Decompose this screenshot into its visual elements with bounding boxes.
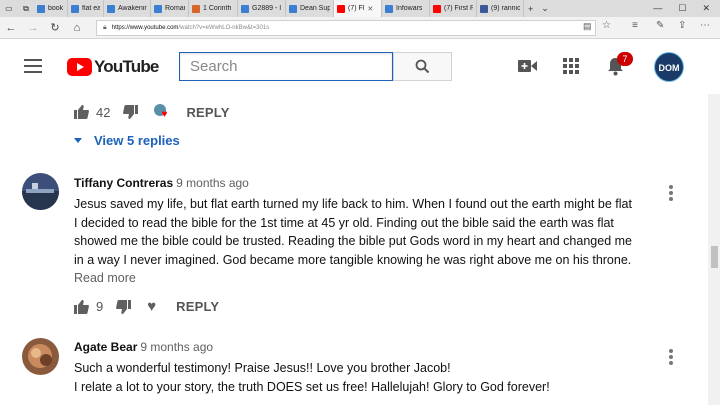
comment-time[interactable]: 9 months ago	[176, 176, 249, 190]
thumbs-down-icon[interactable]	[116, 299, 132, 314]
reply-button[interactable]: REPLY	[176, 299, 219, 314]
more-icon[interactable]: ⋯	[700, 20, 710, 31]
tab-favicon-icon	[337, 4, 345, 13]
back-icon[interactable]: ←	[0, 22, 22, 34]
tab-label: flat earth	[82, 5, 100, 12]
tab-label: Dean Sup	[300, 5, 330, 12]
view-replies-label: View 5 replies	[94, 133, 180, 148]
comment-time[interactable]: 9 months ago	[140, 340, 213, 354]
apps-grid-icon[interactable]	[563, 58, 579, 74]
browser-tab[interactable]: Awakenir	[104, 0, 151, 17]
creator-heart-icon: ♥	[154, 104, 170, 120]
search-icon	[415, 59, 430, 74]
notes-pen-icon[interactable]: ✎	[656, 20, 664, 31]
read-more-link[interactable]: Read more	[74, 271, 136, 285]
tab-label: book of e	[48, 5, 64, 12]
comment-actions: 9 ♥ REPLY	[74, 298, 219, 315]
commenter-avatar[interactable]	[22, 338, 59, 375]
close-tab-icon[interactable]: ✕	[367, 5, 373, 13]
browser-tab[interactable]: (7) First P	[430, 0, 477, 17]
thumbs-up-icon[interactable]	[74, 299, 89, 314]
view-replies-button[interactable]: View 5 replies	[74, 133, 180, 148]
comment-menu-icon[interactable]	[669, 185, 673, 203]
tab-preview-icon[interactable]: ⧉	[23, 4, 29, 14]
search-input[interactable]: Search	[179, 52, 393, 81]
browser-tab[interactable]: 1 Corinth	[189, 0, 238, 17]
new-tab-icon[interactable]: +	[528, 4, 533, 14]
tab-favicon-icon	[289, 4, 297, 13]
hub-icon[interactable]: ≡	[632, 20, 638, 31]
tab-favicon-icon	[71, 4, 79, 13]
window-menu-icon[interactable]: ▭	[5, 4, 13, 13]
tab-favicon-icon	[37, 4, 45, 13]
like-count: 42	[96, 104, 111, 120]
scrollbar-thumb[interactable]	[711, 246, 718, 268]
browser-tab-bar: ▭ ⧉ book of e flat earth Awakenir Romans c 1…	[0, 0, 720, 17]
comment-author[interactable]: Agate Bear 9 months ago	[74, 340, 213, 354]
upload-video-icon[interactable]	[518, 59, 537, 73]
tab-label: G2889 - I	[252, 5, 282, 12]
browser-tab[interactable]: flat earth	[68, 0, 104, 17]
url-path: /watch?v=eWwhLO-nkBw&t=301s	[178, 24, 270, 31]
previous-comment-actions: 42 ♥ REPLY	[74, 104, 230, 120]
browser-tab[interactable]: Romans c	[151, 0, 189, 17]
tab-label: (7) First P	[444, 5, 473, 12]
address-bar-row: ← → ↻ ⌂ 🔒︎ https://www.youtube.com/watch…	[0, 17, 720, 39]
browser-tab[interactable]: Dean Sup	[286, 0, 334, 17]
browser-tab[interactable]: (7) Fl ✕	[334, 0, 382, 17]
refresh-icon[interactable]: ↻	[44, 21, 66, 34]
browser-tab[interactable]: (9) rannic	[477, 0, 524, 17]
tab-label: 1 Corinth	[203, 5, 232, 12]
thumbs-down-icon[interactable]	[123, 105, 139, 119]
browser-tab[interactable]: Infowars	[382, 0, 430, 17]
caret-down-icon	[74, 138, 82, 143]
account-avatar[interactable]: DOM	[654, 52, 684, 82]
youtube-wordmark: YouTube	[94, 57, 159, 76]
reading-view-icon[interactable]: ▤	[583, 21, 592, 32]
url-host: https://www.youtube.com	[111, 24, 179, 31]
tab-label: Awakenir	[118, 5, 147, 12]
tab-favicon-icon	[241, 4, 249, 13]
heart-icon[interactable]: ♥	[147, 298, 156, 315]
tab-favicon-icon	[433, 4, 441, 13]
search-button[interactable]	[393, 52, 452, 81]
system-buttons: ▭ ⧉	[0, 0, 34, 17]
hamburger-menu-icon[interactable]	[24, 59, 42, 73]
reply-button[interactable]: REPLY	[186, 105, 229, 120]
commenter-avatar[interactable]	[22, 173, 59, 210]
tab-favicon-icon	[480, 4, 488, 13]
tab-label: Infowars	[396, 5, 423, 12]
tab-favicon-icon	[107, 4, 115, 13]
maximize-icon[interactable]: ☐	[678, 3, 686, 14]
comment-text: Jesus saved my life, but flat earth turn…	[74, 197, 632, 267]
tab-favicon-icon	[385, 4, 393, 13]
notification-count-badge: 7	[617, 52, 633, 66]
tab-label: Romans c	[165, 5, 185, 12]
tab-favicon-icon	[154, 4, 162, 13]
tab-favicon-icon	[192, 4, 200, 13]
comment-author[interactable]: Tiffany Contreras 9 months ago	[74, 176, 249, 190]
youtube-header: YouTube Search 7 DOM	[0, 40, 720, 94]
tab-list-icon[interactable]: ⌄	[541, 3, 549, 14]
youtube-logo[interactable]: YouTube	[67, 57, 159, 77]
tab-label: (9) rannic	[491, 5, 520, 12]
tab-label: (7) Fl	[348, 5, 365, 12]
thumbs-up-icon[interactable]	[74, 105, 89, 119]
youtube-play-icon	[67, 58, 92, 76]
url-field[interactable]: 🔒︎ https://www.youtube.com/watch?v=eWwhL…	[96, 19, 596, 36]
forward-icon[interactable]: →	[22, 22, 44, 34]
comment-text: Such a wonderful testimony! Praise Jesus…	[74, 361, 550, 394]
close-window-icon[interactable]: ✕	[702, 3, 710, 14]
comment-menu-icon[interactable]	[669, 349, 673, 367]
share-icon[interactable]: ⇪	[678, 20, 686, 31]
favorite-star-icon[interactable]: ☆	[602, 20, 611, 31]
home-icon[interactable]: ⌂	[66, 22, 88, 34]
like-count: 9	[96, 299, 104, 314]
browser-tab[interactable]: book of e	[34, 0, 68, 17]
lock-icon: 🔒︎	[103, 23, 107, 31]
minimize-icon[interactable]: —	[653, 3, 662, 14]
browser-tab[interactable]: G2889 - I	[238, 0, 286, 17]
